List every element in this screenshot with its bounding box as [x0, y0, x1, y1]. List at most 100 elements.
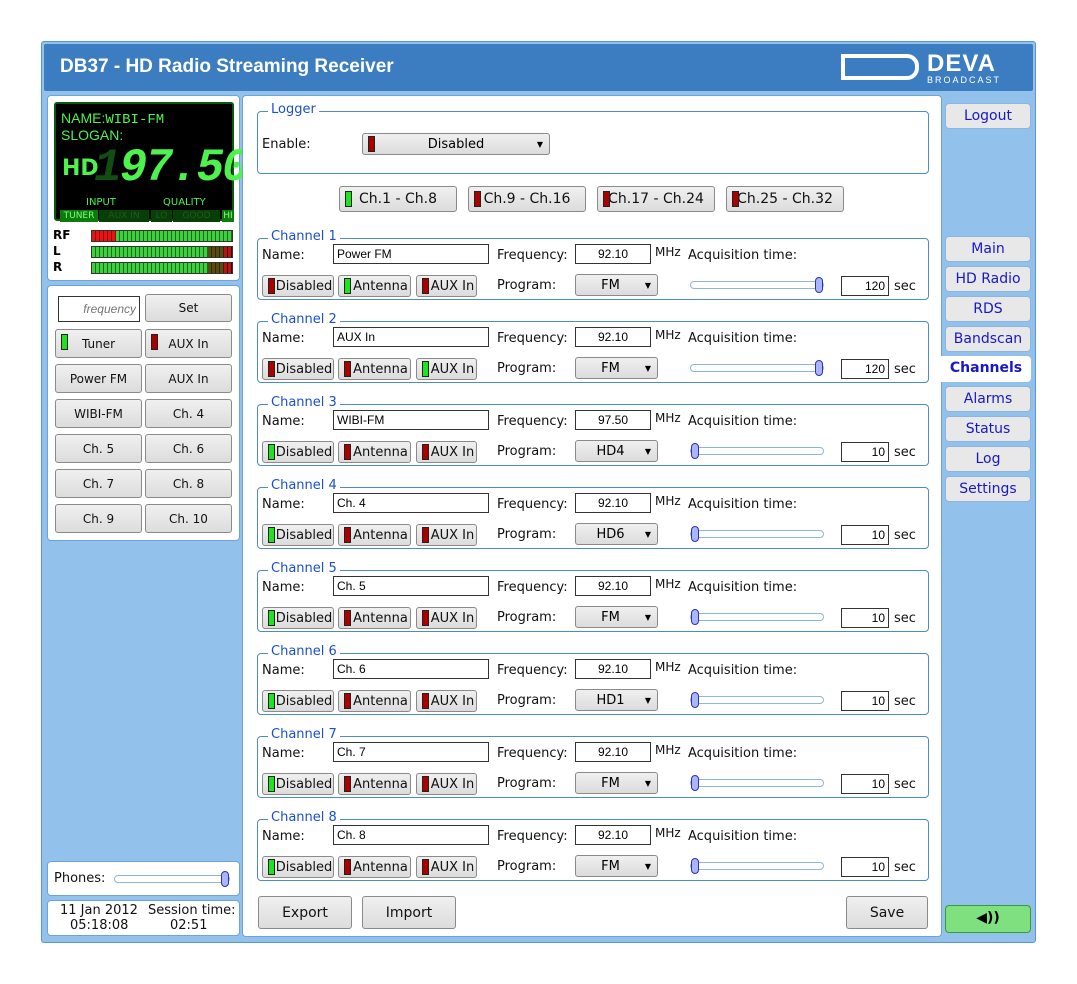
channel-group-tab[interactable]: Ch.9 - Ch.16 [468, 186, 586, 212]
frequency-input[interactable] [575, 576, 651, 596]
antenna-toggle[interactable]: Antenna [338, 690, 411, 712]
logger-enable-select[interactable]: Disabled [362, 133, 550, 155]
acquisition-time-input[interactable] [841, 774, 889, 794]
source-tuner-button[interactable]: Tuner [55, 329, 142, 358]
channel-name-input[interactable] [333, 742, 489, 762]
acquisition-slider[interactable] [690, 360, 824, 376]
preset-button[interactable]: Power FM [55, 364, 142, 393]
antenna-toggle[interactable]: Antenna [338, 856, 411, 878]
antenna-toggle[interactable]: Antenna [338, 607, 411, 629]
program-select[interactable]: HD6 [575, 523, 658, 545]
frequency-input[interactable] [575, 825, 651, 845]
acquisition-time-input[interactable] [841, 608, 889, 628]
nav-hd-radio[interactable]: HD Radio [945, 266, 1031, 292]
aux-toggle[interactable]: AUX In [416, 690, 477, 712]
slider-knob[interactable] [815, 277, 823, 293]
preset-button[interactable]: Ch. 5 [55, 434, 142, 463]
nav-alarms[interactable]: Alarms [945, 386, 1031, 412]
antenna-toggle[interactable]: Antenna [338, 275, 411, 297]
frequency-input[interactable] [575, 659, 651, 679]
import-button[interactable]: Import [362, 896, 456, 929]
nav-settings[interactable]: Settings [945, 476, 1031, 502]
channel-name-input[interactable] [333, 327, 489, 347]
antenna-toggle[interactable]: Antenna [338, 358, 411, 380]
disabled-toggle[interactable]: Disabled [262, 690, 334, 712]
frequency-input[interactable] [58, 296, 140, 322]
frequency-input[interactable] [575, 410, 651, 430]
acquisition-slider[interactable] [690, 526, 824, 542]
disabled-toggle[interactable]: Disabled [262, 524, 334, 546]
nav-log[interactable]: Log [945, 446, 1031, 472]
antenna-toggle[interactable]: Antenna [338, 441, 411, 463]
program-select[interactable]: HD1 [575, 689, 658, 711]
acquisition-slider[interactable] [690, 443, 824, 459]
channel-group-tab[interactable]: Ch.17 - Ch.24 [597, 186, 715, 212]
disabled-toggle[interactable]: Disabled [262, 441, 334, 463]
aux-toggle[interactable]: AUX In [416, 856, 477, 878]
disabled-toggle[interactable]: Disabled [262, 607, 334, 629]
nav-channels[interactable]: Channels [941, 356, 1031, 382]
set-button[interactable]: Set [145, 294, 232, 322]
acquisition-time-input[interactable] [841, 276, 889, 296]
frequency-input[interactable] [575, 493, 651, 513]
program-select[interactable]: HD4 [575, 440, 658, 462]
preset-button[interactable]: AUX In [145, 364, 232, 393]
slider-knob[interactable] [691, 443, 699, 459]
nav-status[interactable]: Status [945, 416, 1031, 442]
nav-rds[interactable]: RDS [945, 296, 1031, 322]
aux-toggle[interactable]: AUX In [416, 358, 477, 380]
slider-knob[interactable] [691, 775, 699, 791]
aux-toggle[interactable]: AUX In [416, 773, 477, 795]
acquisition-slider[interactable] [690, 858, 824, 874]
nav-bandscan[interactable]: Bandscan [945, 326, 1031, 352]
channel-name-input[interactable] [333, 493, 489, 513]
channel-group-tab[interactable]: Ch.25 - Ch.32 [726, 186, 844, 212]
preset-button[interactable]: Ch. 8 [145, 469, 232, 498]
channel-name-input[interactable] [333, 825, 489, 845]
slider-knob[interactable] [691, 526, 699, 542]
channel-group-tab[interactable]: Ch.1 - Ch.8 [339, 186, 457, 212]
phones-slider[interactable] [114, 871, 230, 887]
channel-name-input[interactable] [333, 576, 489, 596]
preset-button[interactable]: Ch. 9 [55, 504, 142, 533]
frequency-input[interactable] [575, 244, 651, 264]
acquisition-slider[interactable] [690, 609, 824, 625]
slider-knob[interactable] [221, 871, 229, 887]
aux-toggle[interactable]: AUX In [416, 275, 477, 297]
preset-button[interactable]: Ch. 6 [145, 434, 232, 463]
acquisition-time-input[interactable] [841, 359, 889, 379]
disabled-toggle[interactable]: Disabled [262, 773, 334, 795]
nav-main[interactable]: Main [945, 236, 1031, 262]
aux-toggle[interactable]: AUX In [416, 441, 477, 463]
disabled-toggle[interactable]: Disabled [262, 275, 334, 297]
speaker-button[interactable]: ◀)) [945, 905, 1031, 933]
acquisition-time-input[interactable] [841, 525, 889, 545]
acquisition-slider[interactable] [690, 277, 824, 293]
program-select[interactable]: FM [575, 274, 658, 296]
preset-button[interactable]: WIBI-FM [55, 399, 142, 428]
antenna-toggle[interactable]: Antenna [338, 524, 411, 546]
frequency-input[interactable] [575, 327, 651, 347]
aux-toggle[interactable]: AUX In [416, 524, 477, 546]
slider-knob[interactable] [691, 858, 699, 874]
acquisition-time-input[interactable] [841, 442, 889, 462]
source-aux-in-button[interactable]: AUX In [145, 329, 232, 358]
frequency-input[interactable] [575, 742, 651, 762]
slider-knob[interactable] [691, 609, 699, 625]
antenna-toggle[interactable]: Antenna [338, 773, 411, 795]
disabled-toggle[interactable]: Disabled [262, 358, 334, 380]
acquisition-slider[interactable] [690, 692, 824, 708]
program-select[interactable]: FM [575, 772, 658, 794]
save-button[interactable]: Save [846, 896, 928, 929]
channel-name-input[interactable] [333, 244, 489, 264]
program-select[interactable]: FM [575, 606, 658, 628]
program-select[interactable]: FM [575, 357, 658, 379]
channel-name-input[interactable] [333, 659, 489, 679]
export-button[interactable]: Export [258, 896, 352, 929]
acquisition-time-input[interactable] [841, 857, 889, 877]
slider-knob[interactable] [691, 692, 699, 708]
preset-button[interactable]: Ch. 4 [145, 399, 232, 428]
acquisition-slider[interactable] [690, 775, 824, 791]
program-select[interactable]: FM [575, 855, 658, 877]
channel-name-input[interactable] [333, 410, 489, 430]
